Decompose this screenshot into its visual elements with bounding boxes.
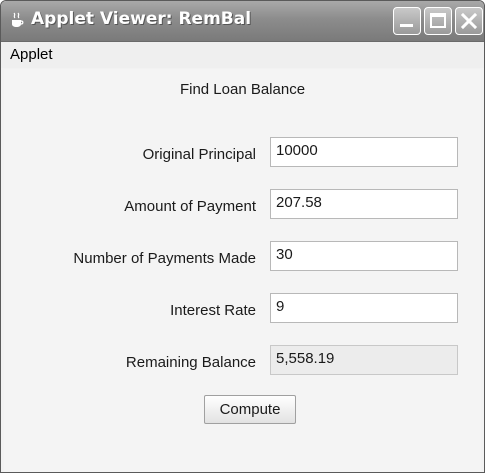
balance-field: 5,558.19 <box>270 345 458 375</box>
java-coffee-icon <box>10 12 24 28</box>
compute-button[interactable]: Compute <box>204 395 296 424</box>
interest-rate-field[interactable]: 9 <box>270 293 458 323</box>
num-payments-field[interactable]: 30 <box>270 241 458 271</box>
title-bar[interactable]: Applet Viewer: RemBal <box>1 1 484 42</box>
payment-field[interactable]: 207.58 <box>270 189 458 219</box>
menu-applet[interactable]: Applet <box>10 46 53 63</box>
interest-rate-label: Interest Rate <box>170 302 256 319</box>
maximize-button[interactable] <box>424 7 452 35</box>
balance-label: Remaining Balance <box>125 354 256 371</box>
close-button[interactable] <box>455 7 483 35</box>
principal-label: Original Principal <box>142 146 256 163</box>
minimize-button[interactable] <box>393 7 421 35</box>
num-payments-label: Number of Payments Made <box>73 250 256 267</box>
applet-content: Find Loan Balance Original Principal 100… <box>4 69 481 472</box>
form-heading: Find Loan Balance <box>179 81 306 98</box>
maximize-icon <box>430 13 446 28</box>
menu-bar: Applet <box>1 42 484 68</box>
applet-window: Applet Viewer: RemBal Applet Find Loan B… <box>0 0 485 473</box>
window-title: Applet Viewer: RemBal <box>31 9 252 29</box>
principal-field[interactable]: 10000 <box>270 137 458 167</box>
payment-label: Amount of Payment <box>124 198 256 215</box>
minimize-icon <box>400 24 413 27</box>
close-icon <box>460 12 478 30</box>
